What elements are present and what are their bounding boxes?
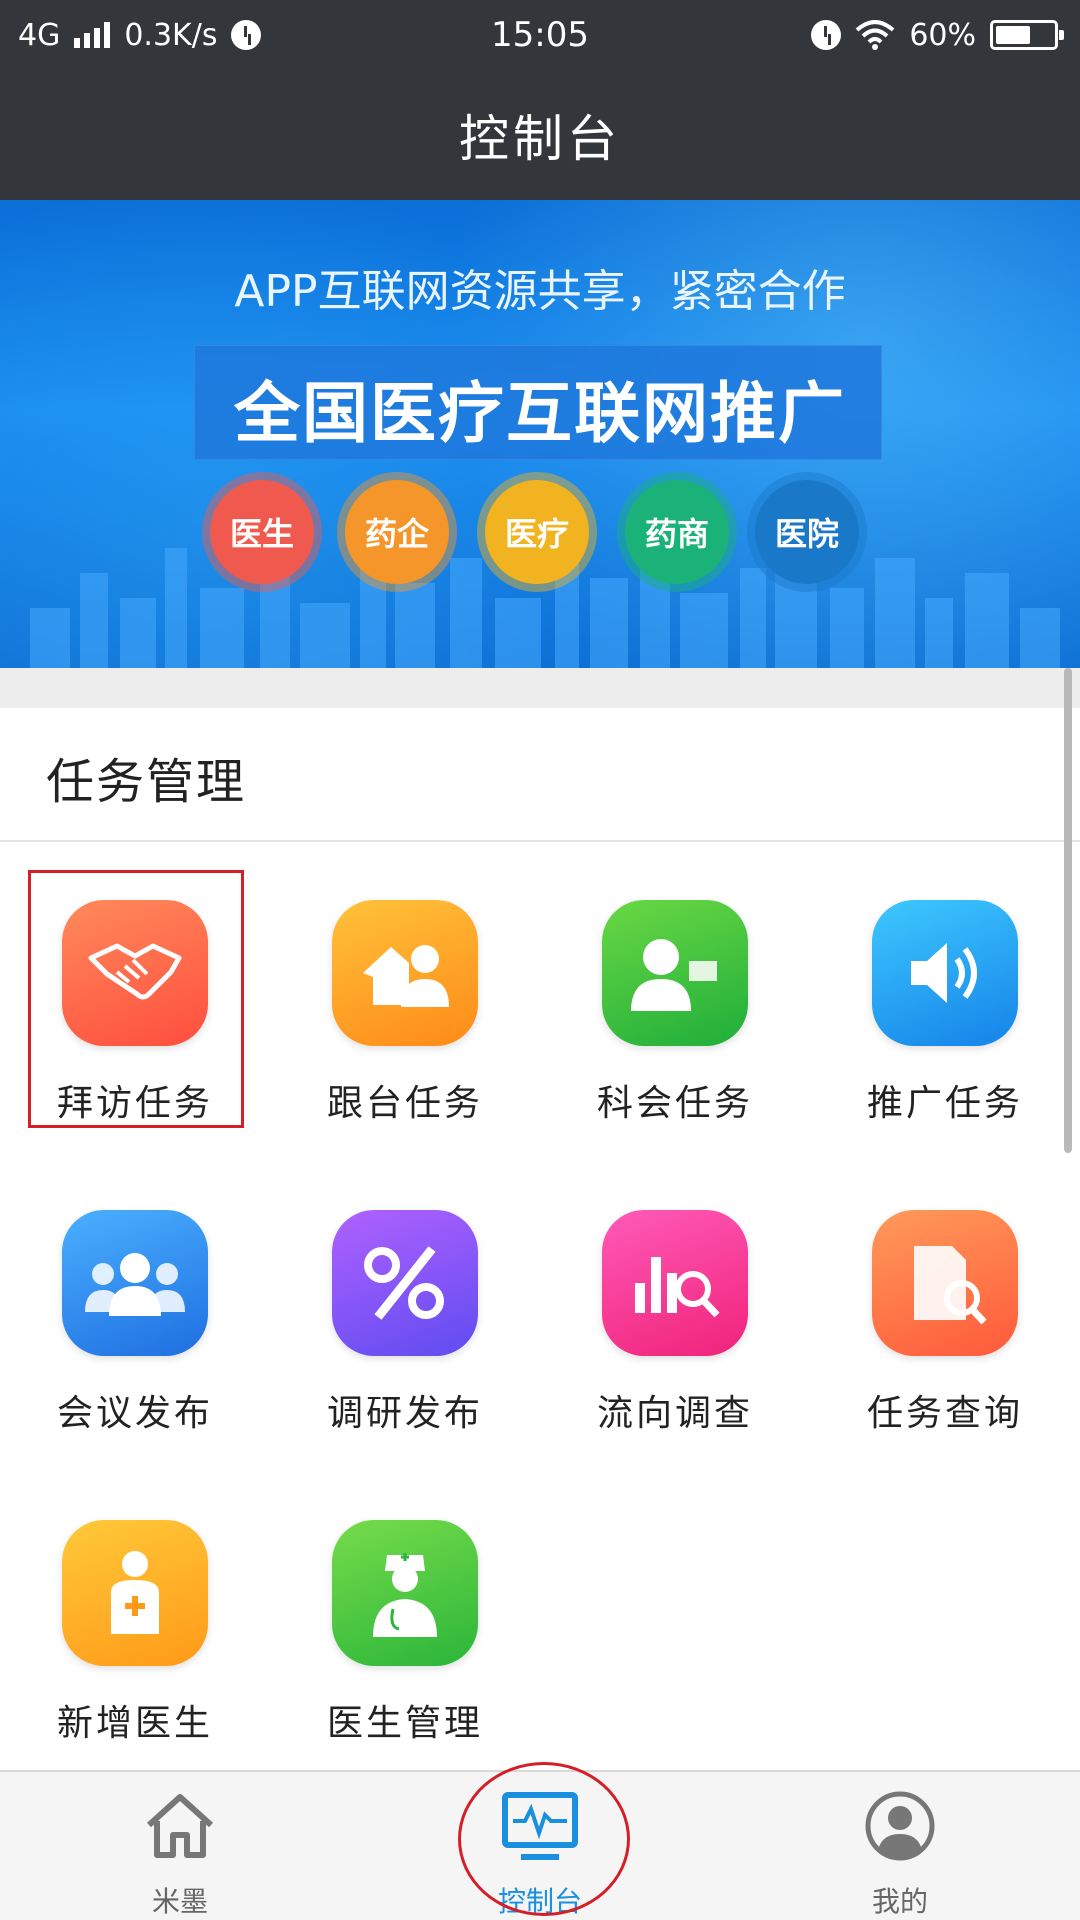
- group-icon: [62, 1210, 208, 1356]
- highlight-box: [28, 870, 244, 1128]
- alarm-icon: [811, 20, 842, 50]
- chip-medical: 医疗: [485, 480, 589, 584]
- wifi-icon: [855, 20, 895, 50]
- tile-survey-publish[interactable]: 调研发布: [270, 1190, 540, 1450]
- highlight-circle: [458, 1762, 630, 1916]
- page-title: 控制台: [459, 110, 621, 168]
- promo-banner[interactable]: APP互联网资源共享，紧密合作 全国医疗互联网推广 医生 药企 医疗 药商 医院: [0, 200, 1080, 668]
- tile-doctor-manage[interactable]: 医生管理: [270, 1500, 540, 1760]
- tile-promotion-task[interactable]: 推广任务: [810, 880, 1080, 1140]
- chip-distributor: 药商: [625, 480, 729, 584]
- tile-label: 跟台任务: [326, 1083, 483, 1124]
- tile-label: 科会任务: [596, 1083, 753, 1124]
- home-user-icon: [332, 900, 478, 1046]
- status-bar: 4G 0.3K/s 15:05 60%: [0, 0, 1080, 70]
- status-right: 60%: [811, 10, 1064, 60]
- nav-label: 我的: [871, 1885, 928, 1918]
- tile-label: 新增医生: [56, 1703, 213, 1744]
- profile-icon: [860, 1786, 940, 1866]
- scrollbar[interactable]: [1064, 668, 1072, 1153]
- chip-hospital: 医院: [755, 480, 859, 584]
- nurse-icon: [332, 1520, 478, 1666]
- battery-percent: 60%: [909, 17, 976, 53]
- tile-meeting-task[interactable]: 科会任务: [540, 880, 810, 1140]
- section-title: 任务管理: [46, 754, 247, 810]
- nav-label: 米墨: [151, 1885, 208, 1918]
- battery-icon: [990, 20, 1064, 50]
- section-gap: [0, 668, 1080, 708]
- tile-task-query[interactable]: 任务查询: [810, 1190, 1080, 1450]
- tile-flow-survey[interactable]: 流向调查: [540, 1190, 810, 1450]
- home-icon: [140, 1786, 220, 1866]
- tile-label: 会议发布: [56, 1393, 213, 1434]
- tile-add-doctor[interactable]: 新增医生: [0, 1500, 270, 1760]
- tile-meeting-publish[interactable]: 会议发布: [0, 1190, 270, 1450]
- tile-label: 医生管理: [326, 1703, 483, 1744]
- tile-label: 推广任务: [866, 1083, 1023, 1124]
- tile-surgery-task[interactable]: 跟台任务: [270, 880, 540, 1140]
- tile-label: 流向调查: [596, 1393, 753, 1434]
- nav-item-home[interactable]: 米墨: [60, 1772, 300, 1920]
- add-doctor-icon: [62, 1520, 208, 1666]
- presenter-icon: [602, 900, 748, 1046]
- nav-item-mine[interactable]: 我的: [780, 1772, 1020, 1920]
- tile-label: 任务查询: [866, 1393, 1023, 1434]
- chip-doctor: 医生: [210, 480, 314, 584]
- speaker-icon: [872, 900, 1018, 1046]
- chart-search-icon: [602, 1210, 748, 1356]
- chip-pharma: 药企: [345, 480, 449, 584]
- banner-subtitle: APP互联网资源共享，紧密合作: [234, 266, 846, 317]
- app-header: 控制台: [0, 70, 1080, 200]
- divider: [0, 840, 1080, 842]
- banner-title: 全国医疗互联网推广: [234, 375, 846, 452]
- document-search-icon: [872, 1210, 1018, 1356]
- percent-icon: [332, 1210, 478, 1356]
- tile-label: 调研发布: [326, 1393, 483, 1434]
